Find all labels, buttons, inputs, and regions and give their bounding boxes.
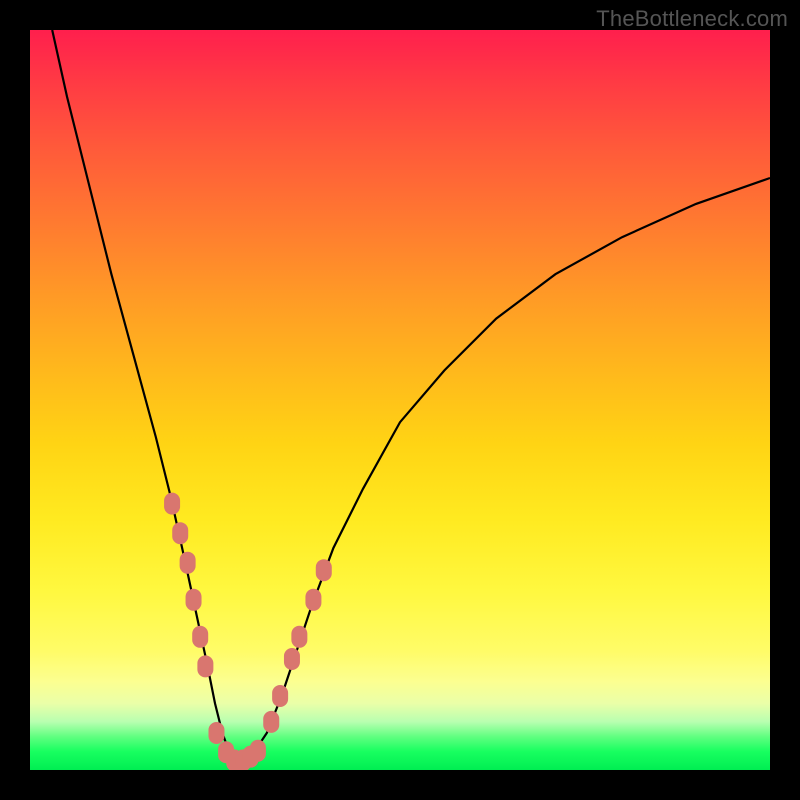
watermark-text: TheBottleneck.com [596,6,788,32]
curve-marker [305,589,321,611]
curve-marker [164,493,180,515]
curve-marker [316,559,332,581]
curve-marker [250,740,266,762]
curve-marker [284,648,300,670]
curve-marker [272,685,288,707]
curve-marker [192,626,208,648]
chart-svg [30,30,770,770]
curve-marker [197,655,213,677]
curve-marker [180,552,196,574]
curve-marker [291,626,307,648]
curve-marker [172,522,188,544]
curve-line [52,30,770,760]
curve-markers [164,493,332,770]
curve-marker [263,711,279,733]
curve-marker [186,589,202,611]
chart-plot-area [30,30,770,770]
curve-marker [208,722,224,744]
